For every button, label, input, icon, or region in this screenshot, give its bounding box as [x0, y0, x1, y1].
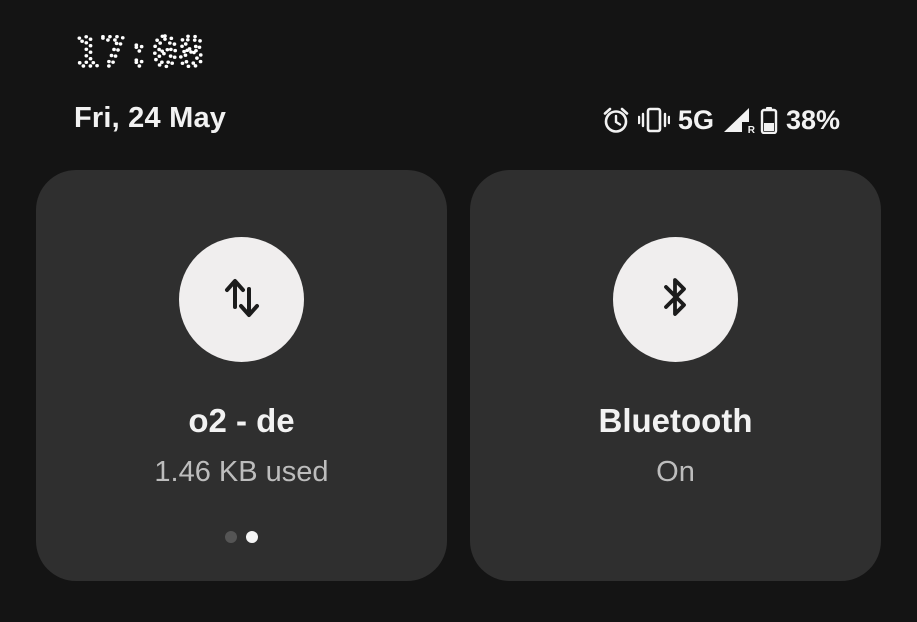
mobile-data-tile[interactable]: o2 - de 1.46 KB used	[36, 170, 447, 581]
alarm-clock-icon	[602, 106, 630, 134]
date-label: Fri, 24 May	[74, 102, 227, 134]
page-dot	[225, 531, 237, 543]
clock-time: 17:08	[74, 33, 204, 73]
bluetooth-tile[interactable]: Bluetooth On	[470, 170, 881, 581]
cell-signal-roaming-icon: R	[722, 106, 755, 136]
vibrate-icon	[637, 106, 670, 134]
page-dot-active	[246, 531, 258, 543]
battery-percent-label: 38%	[785, 104, 840, 135]
bluetooth-icon	[659, 274, 693, 325]
mobile-data-usage-label: 1.46 KB used	[154, 456, 329, 488]
bluetooth-status-label: On	[656, 456, 695, 488]
bluetooth-title-label: Bluetooth	[598, 402, 753, 439]
page-indicator	[36, 531, 447, 543]
network-type-label: 5G	[677, 104, 714, 135]
mobile-data-carrier-label: o2 - de	[188, 402, 295, 439]
status-bar: 5G R 38%	[602, 100, 840, 140]
battery-icon	[760, 106, 778, 134]
mobile-data-toggle-button[interactable]	[179, 237, 304, 362]
battery-fill	[763, 123, 774, 131]
clock: 17:08	[74, 33, 204, 73]
mobile-data-arrows-icon	[222, 275, 262, 324]
roaming-indicator: R	[747, 125, 755, 136]
bluetooth-toggle-button[interactable]	[613, 237, 738, 362]
